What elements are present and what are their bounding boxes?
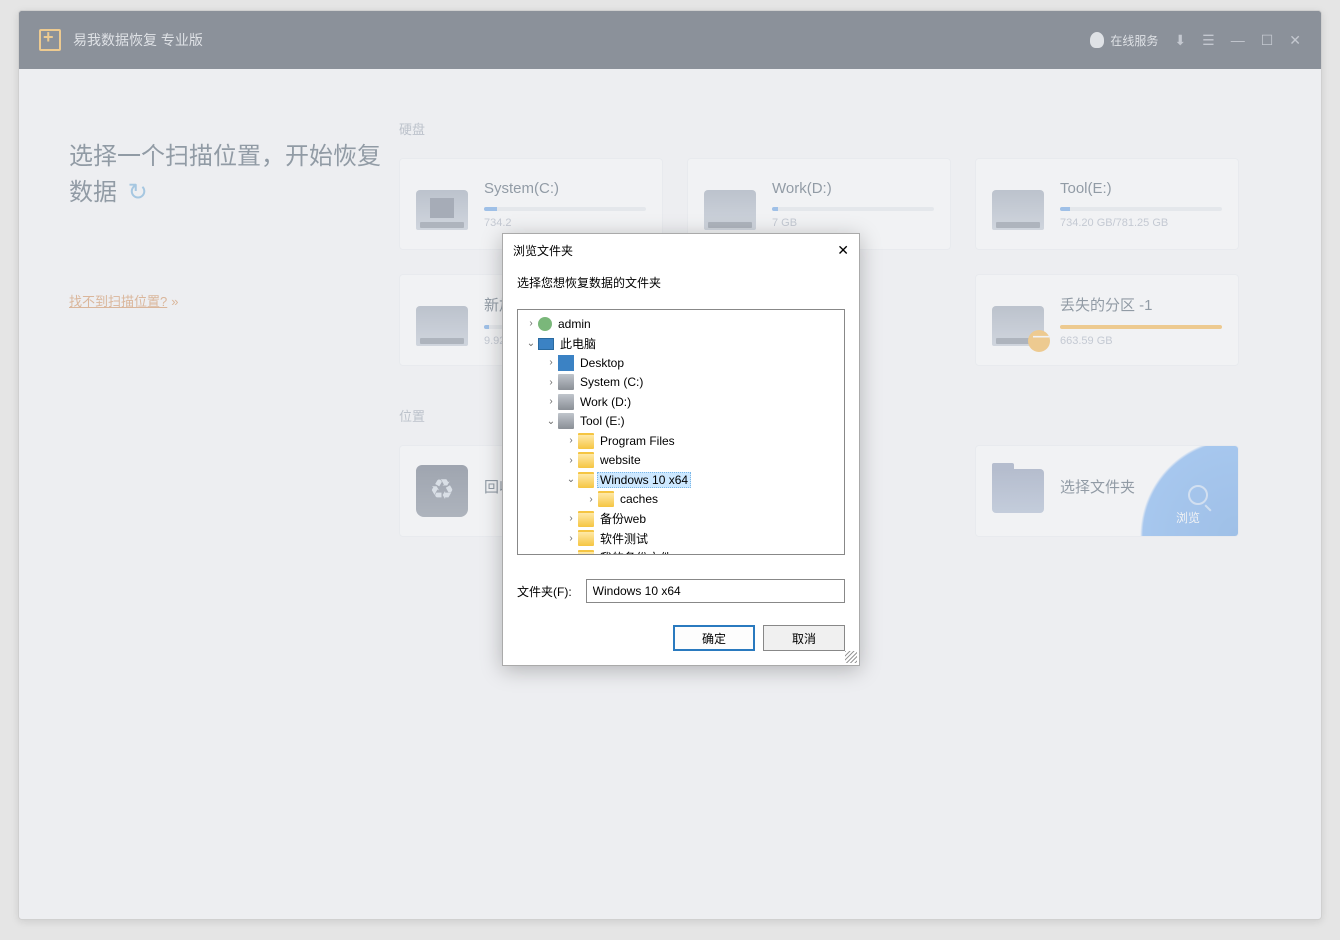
dialog-titlebar: 浏览文件夹 ✕ [503,234,859,266]
tree-item-admin[interactable]: ›admin [518,314,844,334]
browse-folder-dialog: 浏览文件夹 ✕ 选择您想恢复数据的文件夹 ›admin ⌄此电脑 ›Deskto… [502,233,860,666]
folder-icon [578,530,594,546]
tree-item-program-files[interactable]: ›Program Files [518,431,844,451]
monitor-icon [538,338,554,350]
folder-icon [578,472,594,488]
desktop-icon [558,355,574,371]
tree-item-desktop[interactable]: ›Desktop [518,353,844,373]
tree-item-caches[interactable]: ›caches [518,490,844,510]
user-icon [538,317,552,331]
folder-input[interactable] [586,579,845,603]
drive-icon [558,394,574,410]
folder-icon [578,433,594,449]
folder-icon [578,452,594,468]
dialog-instruction: 选择您想恢复数据的文件夹 [517,274,845,291]
drive-icon [558,374,574,390]
tree-item-software-test[interactable]: ›软件测试 [518,529,844,549]
tree-item-this-pc[interactable]: ⌄此电脑 [518,334,844,354]
cancel-button[interactable]: 取消 [763,625,845,651]
tree-item-system-c[interactable]: ›System (C:) [518,373,844,393]
tree-item-windows10x64[interactable]: ⌄Windows 10 x64 [518,470,844,490]
tree-item-work-d[interactable]: ›Work (D:) [518,392,844,412]
dialog-close-button[interactable]: ✕ [837,242,849,259]
tree-item-backup-web[interactable]: ›备份web [518,509,844,529]
folder-tree[interactable]: ›admin ⌄此电脑 ›Desktop ›System (C:) ›Work … [517,309,845,555]
folder-input-label: 文件夹(F): [517,583,572,600]
dialog-title-text: 浏览文件夹 [513,242,573,259]
drive-icon [558,413,574,429]
tree-item-my-backup[interactable]: ›我的备份文件 [518,548,844,555]
tree-item-tool-e[interactable]: ⌄Tool (E:) [518,412,844,432]
app-window: 易我数据恢复 专业版 在线服务 ⬇ ☰ — ☐ ✕ 选择一个扫描位置，开始恢复数… [18,10,1322,920]
ok-button[interactable]: 确定 [673,625,755,651]
folder-icon [598,491,614,507]
folder-icon [578,550,594,555]
tree-item-website[interactable]: ›website [518,451,844,471]
folder-icon [578,511,594,527]
resize-grip[interactable] [845,651,857,663]
